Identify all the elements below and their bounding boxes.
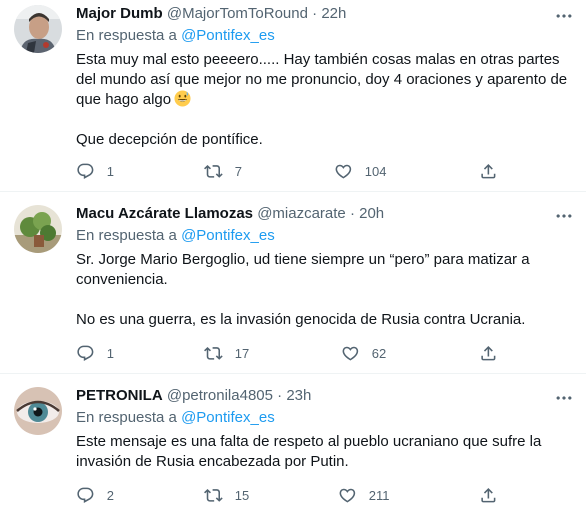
tweet-header: Major Dumb @MajorTomToRound · 22h: [76, 4, 572, 24]
timestamp[interactable]: 22h: [321, 5, 346, 22]
reply-to-link[interactable]: @Pontifex_es: [181, 409, 275, 426]
avatar[interactable]: [14, 205, 62, 253]
display-name[interactable]: Macu Azcárate Llamozas: [76, 205, 253, 222]
display-name[interactable]: PETRONILA: [76, 387, 163, 404]
reply-to-link[interactable]: @Pontifex_es: [181, 227, 275, 244]
share-button[interactable]: [479, 161, 498, 181]
share-icon: [479, 344, 498, 363]
user-handle[interactable]: @petronila4805: [167, 387, 273, 404]
tweet[interactable]: Major Dumb @MajorTomToRound · 22h En res…: [0, 0, 586, 192]
tweet-paragraph: No es una guerra, es la invasión genocid…: [76, 311, 526, 328]
user-handle[interactable]: @miazcarate: [257, 205, 346, 222]
tweet[interactable]: Macu Azcárate Llamozas @miazcarate · 20h…: [0, 192, 586, 374]
like-icon: [338, 486, 357, 505]
reply-context: En respuesta a @Pontifex_es: [76, 226, 572, 246]
reply-icon: [76, 162, 95, 181]
retweet-icon: [204, 344, 223, 363]
user-handle[interactable]: @MajorTomToRound: [167, 5, 308, 22]
like-button[interactable]: 104: [334, 161, 386, 181]
share-icon: [479, 162, 498, 181]
display-name[interactable]: Major Dumb: [76, 5, 163, 22]
tweet-header: Macu Azcárate Llamozas @miazcarate · 20h: [76, 204, 572, 224]
reply-button[interactable]: 1: [76, 161, 114, 181]
tweet-text: Este mensaje es una falta de respeto al …: [76, 432, 572, 472]
reply-count: 1: [106, 345, 114, 361]
tweet-body: Major Dumb @MajorTomToRound · 22h En res…: [76, 4, 572, 150]
tweet-text: Esta muy mal esto peeeero..... Hay tambi…: [76, 50, 572, 150]
separator: ·: [277, 387, 283, 404]
tweet-body: PETRONILA @petronila4805 · 23h En respue…: [76, 386, 572, 472]
avatar[interactable]: [14, 5, 62, 53]
reply-icon: [76, 486, 95, 505]
like-icon: [341, 344, 360, 363]
reply-prefix: En respuesta a: [76, 27, 177, 44]
retweet-button[interactable]: 15: [204, 485, 249, 505]
tweet-actions: 1 7 104: [76, 161, 572, 181]
tweet-paragraph: Esta muy mal esto peeeero..... Hay tambi…: [76, 51, 568, 108]
tweet-paragraph: Este mensaje es una falta de respeto al …: [76, 433, 542, 470]
eye-avatar-image: [14, 387, 62, 435]
retweet-icon: [204, 486, 223, 505]
like-button[interactable]: 62: [341, 343, 386, 363]
reply-context: En respuesta a @Pontifex_es: [76, 26, 572, 46]
tweet-actions: 1 17 62: [76, 343, 572, 363]
retweet-count: 7: [234, 163, 242, 179]
reply-count: 2: [106, 487, 114, 503]
separator: ·: [349, 205, 355, 222]
avatar[interactable]: [14, 387, 62, 435]
reply-prefix: En respuesta a: [76, 409, 177, 426]
tweet-header: PETRONILA @petronila4805 · 23h: [76, 386, 572, 406]
like-icon: [334, 162, 353, 181]
reply-button[interactable]: 2: [76, 485, 114, 505]
reply-to-link[interactable]: @Pontifex_es: [181, 27, 275, 44]
tweet-body: Macu Azcárate Llamozas @miazcarate · 20h…: [76, 204, 572, 330]
reply-button[interactable]: 1: [76, 343, 114, 363]
tweet-actions: 2 15 211: [76, 485, 572, 505]
retweet-icon: [204, 162, 223, 181]
tweet-text: Sr. Jorge Mario Bergoglio, ud tiene siem…: [76, 250, 572, 330]
reply-prefix: En respuesta a: [76, 227, 177, 244]
retweet-count: 17: [234, 345, 250, 361]
share-button[interactable]: [479, 485, 498, 505]
retweet-count: 15: [234, 487, 250, 503]
reply-icon: [76, 344, 95, 363]
like-count: 211: [368, 487, 390, 503]
share-button[interactable]: [479, 343, 498, 363]
tweet-paragraph: Que decepción de pontífice.: [76, 131, 263, 148]
tweet-paragraph: Sr. Jorge Mario Bergoglio, ud tiene siem…: [76, 251, 530, 288]
reply-count: 1: [106, 163, 114, 179]
retweet-button[interactable]: 7: [204, 161, 242, 181]
like-count: 104: [364, 163, 387, 179]
tweet[interactable]: PETRONILA @petronila4805 · 23h En respue…: [0, 374, 586, 516]
like-button[interactable]: 211: [338, 485, 389, 505]
grinning-face-with-sweat-emoji: [174, 90, 191, 107]
separator: ·: [312, 5, 318, 22]
timestamp[interactable]: 20h: [359, 205, 384, 222]
like-count: 62: [371, 345, 387, 361]
retweet-button[interactable]: 17: [204, 343, 249, 363]
timestamp[interactable]: 23h: [286, 387, 311, 404]
plant-avatar-image: [14, 205, 62, 253]
reply-context: En respuesta a @Pontifex_es: [76, 408, 572, 428]
share-icon: [479, 486, 498, 505]
astronaut-avatar-image: [14, 5, 62, 53]
